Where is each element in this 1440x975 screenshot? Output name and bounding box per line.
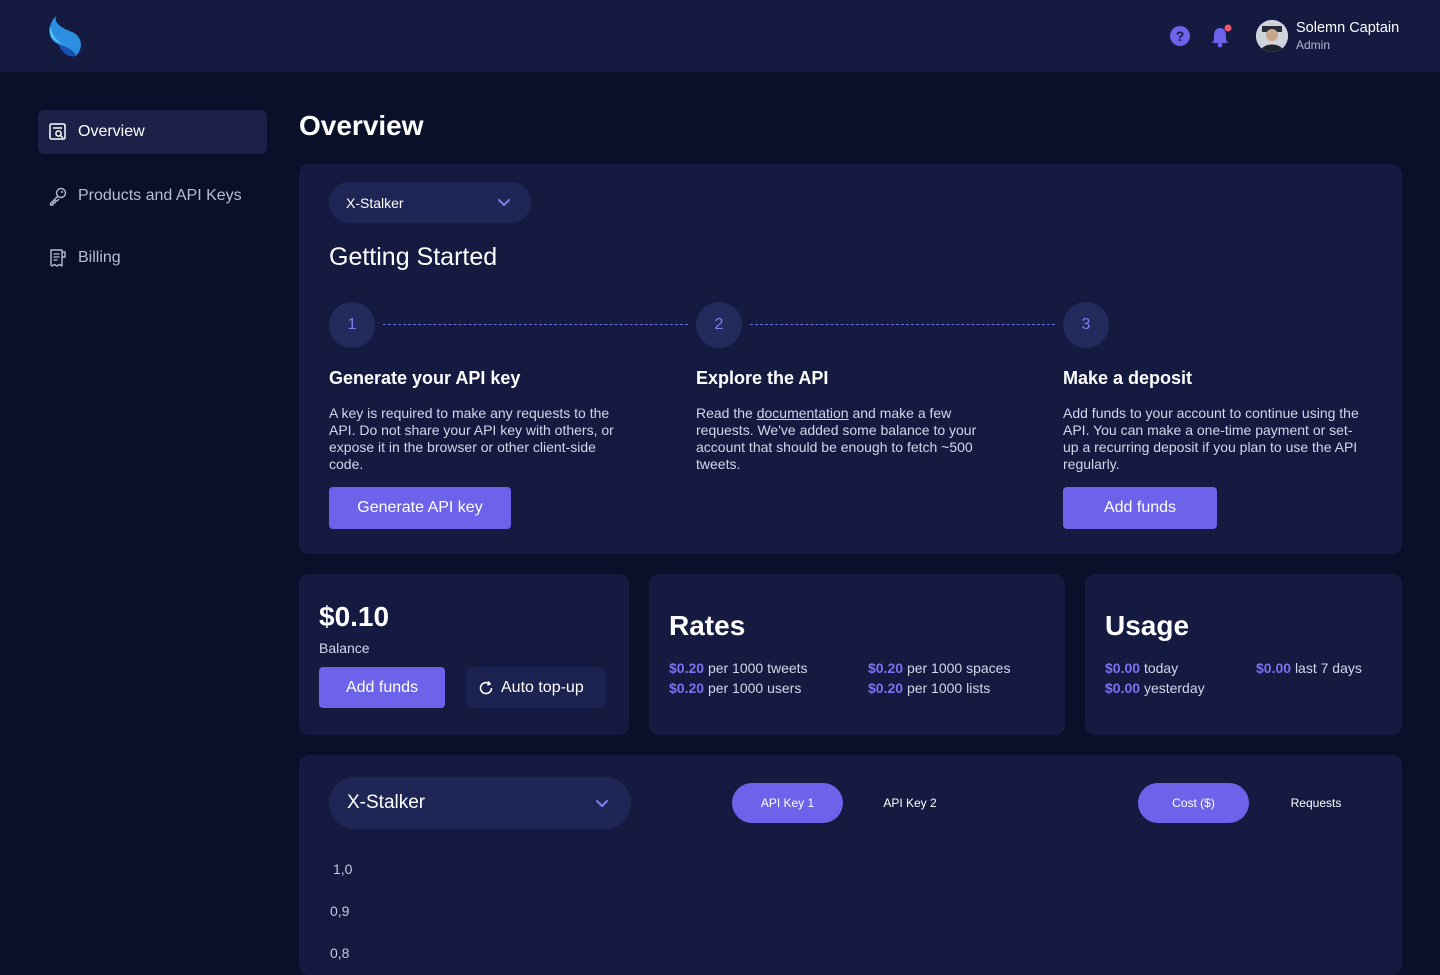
usage-last-7-days: $0.00 last 7 days xyxy=(1256,660,1362,676)
product-select-value: X-Stalker xyxy=(346,194,404,211)
rates-title: Rates xyxy=(669,610,746,641)
y-tick-label: 1,0 xyxy=(333,861,353,877)
chevron-down-icon xyxy=(498,199,510,206)
balance-amount: $0.10 xyxy=(319,601,390,632)
chart-product-select[interactable]: X-Stalker xyxy=(329,777,631,829)
sidebar-item-label: Overview xyxy=(78,123,145,140)
step-connector xyxy=(750,324,1055,325)
add-funds-button[interactable]: Add funds xyxy=(1063,487,1217,529)
step-1-number: 1 xyxy=(329,302,375,348)
balance-card: $0.10 Balance Add funds Auto top-up xyxy=(299,574,629,735)
top-bar: ? Solemn Captain Admin xyxy=(0,0,1440,72)
user-role: Admin xyxy=(1296,38,1331,52)
step-3-title: Make a deposit xyxy=(1063,368,1193,388)
receipt-icon xyxy=(50,249,66,267)
key-icon xyxy=(49,187,67,206)
tab-requests[interactable]: Requests xyxy=(1266,783,1366,823)
y-tick-label: 0,8 xyxy=(330,945,350,961)
sidebar-item-overview[interactable]: Overview xyxy=(38,110,267,154)
product-select[interactable]: X-Stalker xyxy=(329,182,531,223)
step-3-number: 3 xyxy=(1063,302,1109,348)
sidebar: Overview Products and API Keys Billing xyxy=(38,110,267,300)
tab-api-key-2[interactable]: API Key 2 xyxy=(860,783,960,823)
step-2-description: Read the documentation and make a few re… xyxy=(696,405,1001,473)
avatar-image xyxy=(1256,20,1288,52)
usage-card: Usage $0.00 today $0.00 last 7 days $0.0… xyxy=(1085,574,1402,735)
balance-add-funds-button[interactable]: Add funds xyxy=(319,667,445,708)
sidebar-item-products[interactable]: Products and API Keys xyxy=(38,174,267,218)
sidebar-item-label: Products and API Keys xyxy=(78,187,242,204)
getting-started-card: X-Stalker Getting Started 1 2 3 Generate… xyxy=(299,164,1402,554)
step-1-description: A key is required to make any requests t… xyxy=(329,405,614,472)
step-2-title: Explore the API xyxy=(696,368,829,388)
help-icon[interactable]: ? xyxy=(1169,25,1191,47)
step-connector xyxy=(383,324,688,325)
page-title: Overview xyxy=(299,110,424,141)
step-3-description: Add funds to your account to continue us… xyxy=(1063,405,1359,472)
sidebar-item-billing[interactable]: Billing xyxy=(38,236,267,280)
overview-icon xyxy=(49,123,66,140)
rate-tweets: $0.20 per 1000 tweets xyxy=(669,660,808,676)
getting-started-title: Getting Started xyxy=(329,243,498,271)
step-2-text: Read the xyxy=(696,405,757,421)
sidebar-item-label: Billing xyxy=(78,249,121,266)
usage-chart-card: X-Stalker API Key 1 API Key 2 Cost ($) R… xyxy=(299,755,1402,975)
refresh-icon xyxy=(479,680,493,695)
rates-card: Rates $0.20 per 1000 tweets $0.20 per 10… xyxy=(649,574,1065,735)
step-2-number: 2 xyxy=(696,302,742,348)
usage-today: $0.00 today xyxy=(1105,660,1179,676)
rate-lists: $0.20 per 1000 lists xyxy=(868,680,991,696)
tab-cost[interactable]: Cost ($) xyxy=(1138,783,1249,823)
usage-yesterday: $0.00 yesterday xyxy=(1105,680,1205,696)
chevron-down-icon xyxy=(596,800,608,807)
generate-api-key-button[interactable]: Generate API key xyxy=(329,487,511,529)
rate-users: $0.20 per 1000 users xyxy=(669,680,802,696)
user-name: Solemn Captain xyxy=(1296,20,1400,36)
tab-api-key-1[interactable]: API Key 1 xyxy=(732,783,843,823)
avatar[interactable] xyxy=(1256,20,1288,52)
app-logo[interactable] xyxy=(44,14,86,58)
svg-text:?: ? xyxy=(1176,28,1185,44)
chart-product-select-value: X-Stalker xyxy=(347,792,426,813)
bell-icon[interactable] xyxy=(1210,24,1232,48)
auto-topup-label: Auto top-up xyxy=(501,678,584,696)
documentation-link[interactable]: documentation xyxy=(757,405,849,421)
rate-spaces: $0.20 per 1000 spaces xyxy=(868,660,1011,676)
y-tick-label: 0,9 xyxy=(330,903,350,919)
step-1-title: Generate your API key xyxy=(329,368,521,388)
balance-label: Balance xyxy=(319,640,370,656)
auto-topup-button[interactable]: Auto top-up xyxy=(466,667,605,708)
usage-title: Usage xyxy=(1105,610,1190,641)
